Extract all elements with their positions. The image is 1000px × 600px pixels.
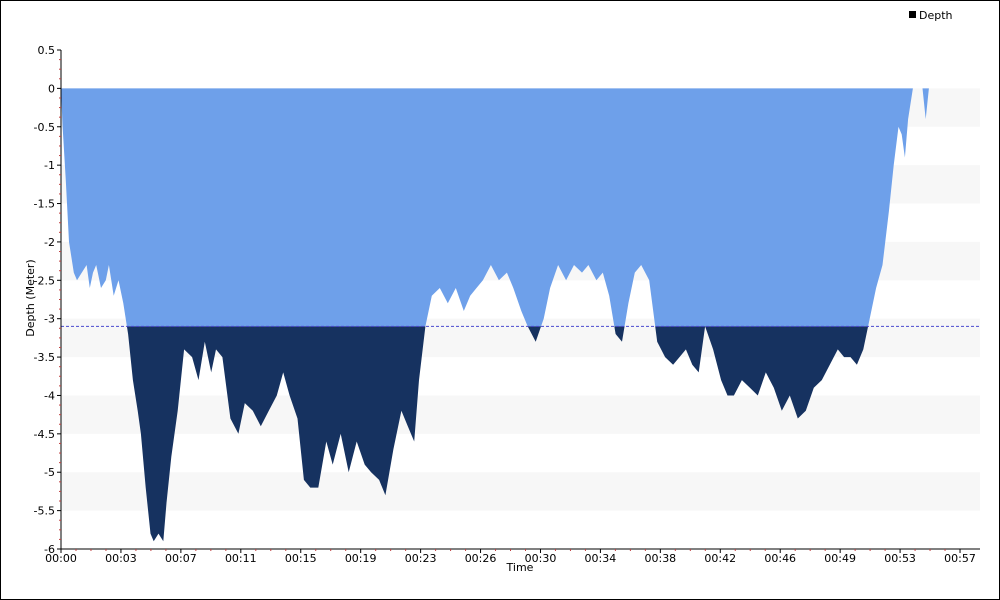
grid-band [61,395,980,434]
y-tick-label: -1 [44,159,55,172]
x-tick-label: 00:26 [465,552,497,565]
y-tick-label: -3 [44,313,55,326]
x-tick-label: 00:42 [704,552,736,565]
y-tick-label: -2 [44,236,55,249]
legend-swatch [909,11,916,18]
y-tick-label: -0.5 [34,121,55,134]
y-tick-label: -3.5 [34,351,55,364]
y-tick-label: -4 [44,389,55,402]
x-tick-label: 00:03 [105,552,137,565]
x-tick-label: 00:38 [644,552,676,565]
grid-band [61,472,980,511]
depth-area-chart: 0.50-0.5-1-1.5-2-2.5-3-3.5-4-4.5-5-5.5-6… [24,9,980,574]
y-tick-label: -4.5 [34,428,55,441]
y-axis-title: Depth (Meter) [24,259,37,336]
y-tick-label: -5.5 [34,505,55,518]
x-tick-label: 00:53 [884,552,916,565]
x-tick-label: 00:46 [764,552,796,565]
legend: Depth [909,9,953,22]
y-tick-label: -1.5 [34,198,55,211]
x-tick-label: 00:49 [824,552,856,565]
x-axis-title: Time [506,561,534,574]
y-ticks: 0.50-0.5-1-1.5-2-2.5-3-3.5-4-4.5-5-5.5-6 [34,44,61,556]
x-tick-label: 00:19 [345,552,377,565]
legend-label-depth: Depth [919,9,953,22]
x-tick-label: 00:34 [585,552,617,565]
x-tick-label: 00:15 [285,552,317,565]
x-tick-label: 00:57 [944,552,976,565]
x-tick-label: 00:11 [225,552,257,565]
x-tick-label: 00:00 [45,552,77,565]
y-tick-label: -5 [44,466,55,479]
x-tick-label: 00:23 [405,552,437,565]
x-tick-label: 00:07 [165,552,197,565]
y-tick-label: 0.5 [38,44,56,57]
y-tick-label: 0 [48,82,55,95]
